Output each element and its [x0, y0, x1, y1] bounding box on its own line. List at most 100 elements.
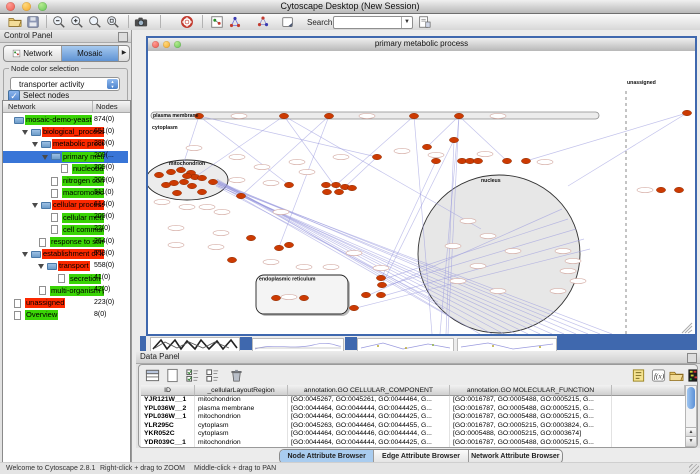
expand-collapse-icon[interactable] [22, 130, 28, 135]
network-node[interactable] [409, 113, 418, 118]
table-cell[interactable]: YJR121W__1 [141, 396, 195, 405]
network-node[interactable] [331, 182, 340, 187]
tree-row-cellular-process[interactable]: cellular process614(0) [3, 199, 128, 211]
table-cell[interactable]: YPL036W__1 [141, 413, 195, 422]
table-cell[interactable]: plasma membrane [195, 405, 288, 414]
network-node[interactable] [377, 282, 386, 287]
column-header-3[interactable]: annotation.GO MOLECULAR_FUNCTION [450, 385, 612, 396]
formula-builder-icon[interactable]: f(x) [651, 368, 666, 383]
table-cell[interactable]: YDR039C__1 [141, 439, 195, 448]
network-node[interactable] [284, 182, 293, 187]
select-all-attributes-icon[interactable] [185, 368, 200, 383]
network-node[interactable] [179, 179, 188, 184]
table-cell[interactable]: [GO:0044464, GO:0044444, GO:0044425, G..… [288, 405, 450, 414]
help-lifebuoy-icon[interactable] [180, 15, 194, 29]
table-cell[interactable]: [GO:0005488, GO:0005215, GO:0003674] [450, 430, 612, 439]
network-node[interactable] [674, 187, 683, 192]
table-cell[interactable]: YPL036W__2 [141, 405, 195, 414]
create-attribute-icon[interactable] [165, 368, 180, 383]
save-session-icon[interactable] [26, 15, 40, 29]
table-cell[interactable]: [GO:0044464, GO:0044444, GO:0044425, G..… [288, 413, 450, 422]
expand-collapse-icon[interactable] [38, 264, 44, 269]
first-neighbors-icon[interactable] [228, 15, 242, 29]
network-node[interactable] [176, 167, 185, 172]
table-cell[interactable]: [GO:0044464, GO:0044444, GO:0044425, G..… [288, 439, 450, 448]
expand-collapse-icon[interactable] [22, 252, 28, 257]
network-node[interactable] [376, 275, 385, 280]
node-color-dropdown[interactable]: transporter activity ▲▼ [10, 77, 120, 91]
network-node[interactable] [347, 185, 356, 190]
tree-row-establishment-of-lo[interactable]: establishment of lo558(0) [3, 248, 128, 260]
table-cell[interactable]: mitochondrion [195, 413, 288, 422]
table-cell[interactable]: cytoplasm [195, 422, 288, 431]
expand-collapse-icon[interactable] [32, 142, 38, 147]
network-node[interactable] [279, 113, 288, 118]
delete-attribute-icon[interactable] [229, 368, 244, 383]
network-node[interactable] [246, 235, 255, 240]
tab-mosaic[interactable]: Mosaic [61, 46, 119, 61]
tree-row-nucleobase-[interactable]: nucleobase-...209(0) [3, 163, 128, 175]
table-cell[interactable]: [GO:0016787, GO:0005488, GO:0005215, G..… [450, 413, 612, 422]
network-node[interactable] [172, 190, 181, 195]
network-node[interactable] [299, 295, 308, 300]
table-cell[interactable]: [GO:0016787, GO:0005488, GO:0005215, G..… [450, 396, 612, 405]
dropdown-stepper-icon[interactable]: ▲▼ [107, 79, 118, 89]
tree-column-nodes[interactable]: Nodes [96, 102, 118, 111]
table-cell[interactable]: mitochondrion [195, 396, 288, 405]
network-edge[interactable] [526, 113, 687, 161]
network-node[interactable] [322, 189, 331, 194]
network-node[interactable] [361, 292, 370, 297]
tree-row-secretion[interactable]: secretion41(0) [3, 273, 128, 285]
tree-row-transport[interactable]: transport558(0) [3, 260, 128, 272]
plugin-manager-icon[interactable] [417, 15, 431, 29]
network-node[interactable] [227, 257, 236, 262]
tree-row-metabolic-process[interactable]: metabolic process280(0) [3, 138, 128, 150]
tab-network[interactable]: Network [4, 46, 61, 61]
network-node[interactable] [334, 189, 343, 194]
background-window-fragment[interactable] [252, 338, 344, 352]
search-dropdown-arrow-icon[interactable]: ▼ [401, 17, 412, 28]
network-node[interactable] [161, 182, 170, 187]
open-file-icon[interactable] [8, 15, 22, 29]
expand-collapse-icon[interactable] [42, 155, 48, 160]
expand-collapse-icon[interactable] [32, 203, 38, 208]
network-node[interactable] [197, 175, 206, 180]
column-header-0[interactable]: ID [141, 385, 195, 396]
network-node[interactable] [376, 292, 385, 297]
select-attributes-icon[interactable] [145, 368, 160, 383]
attribute-notes-icon[interactable] [631, 368, 646, 383]
network-edge[interactable] [568, 113, 687, 186]
background-window-fragment[interactable] [150, 337, 240, 352]
network-node[interactable] [208, 179, 217, 184]
overview-network-icon[interactable] [210, 15, 224, 29]
network-node[interactable] [372, 154, 381, 159]
network-node[interactable] [271, 295, 280, 300]
network-node[interactable] [431, 158, 440, 163]
tab-overflow-icon[interactable]: ▶ [118, 46, 129, 61]
tree-row-biological-process[interactable]: biological_process651(0) [3, 126, 128, 138]
tree-row-macromolecule[interactable]: macromolecule311(0) [3, 187, 128, 199]
tree-column-network[interactable]: Network [8, 102, 36, 111]
zoom-in-icon[interactable] [70, 15, 84, 29]
table-cell[interactable]: [GO:0044464, GO:0044446, GO:0044444, G..… [288, 430, 450, 439]
float-panel-icon[interactable] [687, 353, 697, 363]
float-panel-icon[interactable] [118, 32, 128, 42]
network-node[interactable] [321, 182, 330, 187]
search-input[interactable]: ▼ [333, 16, 413, 29]
network-edge[interactable] [345, 157, 377, 187]
tree-row-nitrogen-compo[interactable]: nitrogen compo209(0) [3, 175, 128, 187]
tree-row-cellular-metabol[interactable]: cellular metabol209(0) [3, 212, 128, 224]
network-node[interactable] [422, 144, 431, 149]
network-node[interactable] [187, 183, 196, 188]
tree-row-primary-metabo[interactable]: primary metabo209(... [3, 151, 128, 163]
zoom-selected-region-icon[interactable] [88, 15, 102, 29]
network-node[interactable] [449, 137, 458, 142]
network-edge[interactable] [284, 116, 339, 192]
network-node[interactable] [166, 169, 175, 174]
network-node[interactable] [454, 113, 463, 118]
network-node[interactable] [502, 158, 511, 163]
tree-row-unassigned[interactable]: unassigned223(0) [3, 297, 128, 309]
heatmap-view-icon[interactable] [687, 368, 698, 383]
network-node[interactable] [324, 113, 333, 118]
column-header-2[interactable]: annotation.GO CELLULAR_COMPONENT [288, 385, 450, 396]
